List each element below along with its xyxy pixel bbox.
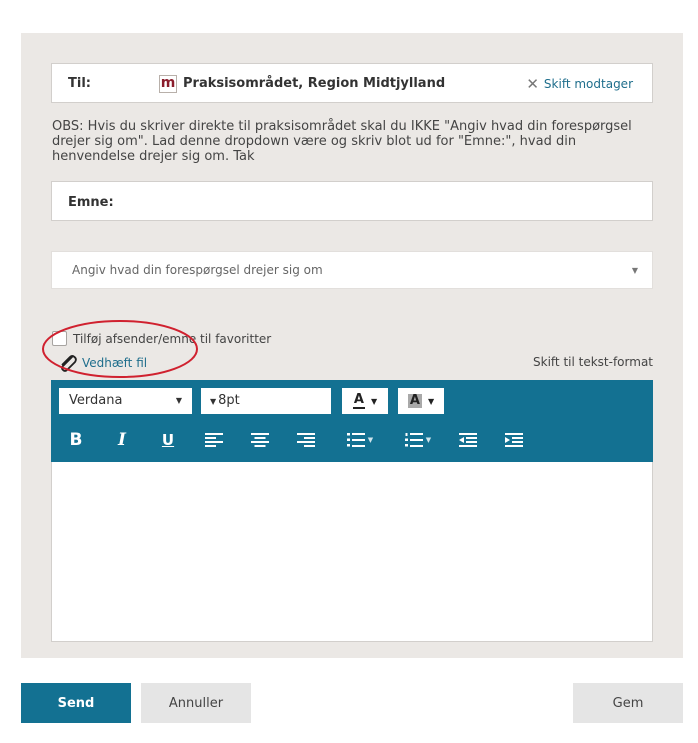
align-left-button[interactable] [200, 428, 228, 452]
align-center-icon [251, 433, 269, 447]
outdent-button[interactable] [454, 428, 482, 452]
indent-icon [505, 433, 523, 447]
change-recipient-button[interactable]: ✕ Skift modtager [526, 75, 633, 93]
underline-button[interactable]: U [154, 428, 182, 452]
chevron-down-icon: ▼ [370, 396, 378, 406]
bullet-list-icon [346, 433, 365, 447]
background-color-icon: A [407, 393, 422, 408]
favorites-label[interactable]: Tilføj afsender/emne til favoritter [73, 332, 271, 346]
message-editor[interactable] [51, 462, 653, 642]
font-family-select[interactable]: Verdana ▼ [59, 388, 192, 414]
align-right-icon [297, 433, 315, 447]
info-note: OBS: Hvis du skriver direkte til praksis… [52, 119, 632, 164]
font-size-value: 8pt [218, 393, 240, 408]
subject-label: Emne: [68, 195, 114, 210]
editor-toolbar: Verdana ▼ ▼ 8pt A ▼ A ▼ B I U ▼ ▼ [51, 380, 653, 462]
subject-field[interactable]: Emne: [51, 181, 653, 221]
align-left-icon [205, 433, 223, 447]
bold-icon: B [69, 430, 83, 450]
chevron-down-icon: ▼ [367, 436, 374, 444]
italic-button[interactable]: I [108, 428, 136, 452]
font-size-select[interactable]: ▼ 8pt [201, 388, 331, 414]
save-button[interactable]: Gem [573, 683, 683, 723]
chevron-down-icon: ▼ [210, 397, 217, 406]
numbered-list-icon [404, 433, 423, 447]
recipient-label: Til: [68, 76, 91, 91]
cancel-button[interactable]: Annuller [141, 683, 251, 723]
switch-text-format-link[interactable]: Skift til tekst-format [533, 355, 653, 369]
bullet-list-button[interactable]: ▼ [340, 428, 380, 452]
align-right-button[interactable] [292, 428, 320, 452]
italic-icon: I [118, 430, 126, 450]
topic-dropdown-placeholder: Angiv hvad din forespørgsel drejer sig o… [72, 263, 323, 277]
region-logo-icon: m [159, 75, 177, 93]
attach-file-label: Vedhæft fil [82, 356, 148, 370]
bold-button[interactable]: B [62, 428, 90, 452]
formatting-row: B I U ▼ ▼ [51, 428, 653, 452]
recipient-field: Til: m Praksisområdet, Region Midtjyllan… [51, 63, 653, 103]
outdent-icon [459, 433, 477, 447]
font-family-value: Verdana [69, 393, 123, 408]
paperclip-icon [61, 355, 77, 372]
align-center-button[interactable] [246, 428, 274, 452]
close-icon: ✕ [526, 75, 539, 93]
chevron-down-icon: ▼ [427, 396, 435, 406]
background-color-button[interactable]: A ▼ [398, 388, 444, 414]
font-color-button[interactable]: A ▼ [342, 388, 388, 414]
attach-file-link[interactable]: Vedhæft fil [58, 354, 147, 372]
numbered-list-button[interactable]: ▼ [398, 428, 438, 452]
change-recipient-label: Skift modtager [543, 77, 633, 91]
favorites-checkbox[interactable] [52, 331, 67, 346]
chevron-down-icon: ▼ [175, 396, 182, 405]
indent-button[interactable] [500, 428, 528, 452]
favorites-row: Tilføj afsender/emne til favoritter [52, 331, 271, 346]
chevron-down-icon: ▼ [425, 436, 432, 444]
send-button[interactable]: Send [21, 683, 131, 723]
recipient-name: Praksisområdet, Region Midtjylland [183, 76, 446, 91]
chevron-down-icon: ▼ [631, 266, 638, 275]
underline-icon: U [161, 431, 175, 449]
font-color-icon: A [352, 392, 365, 409]
topic-dropdown[interactable]: Angiv hvad din forespørgsel drejer sig o… [51, 251, 653, 289]
